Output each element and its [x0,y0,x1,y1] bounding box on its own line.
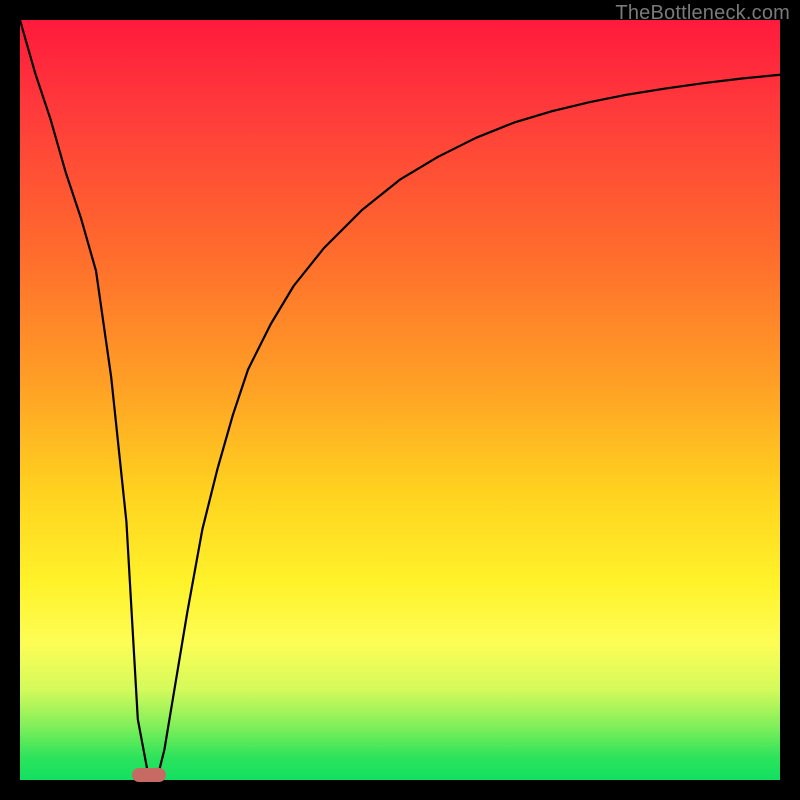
optimal-marker [132,768,166,782]
chart-frame: TheBottleneck.com [0,0,800,800]
bottleneck-curve [20,20,780,780]
curve-svg [20,20,780,780]
plot-area [20,20,780,780]
